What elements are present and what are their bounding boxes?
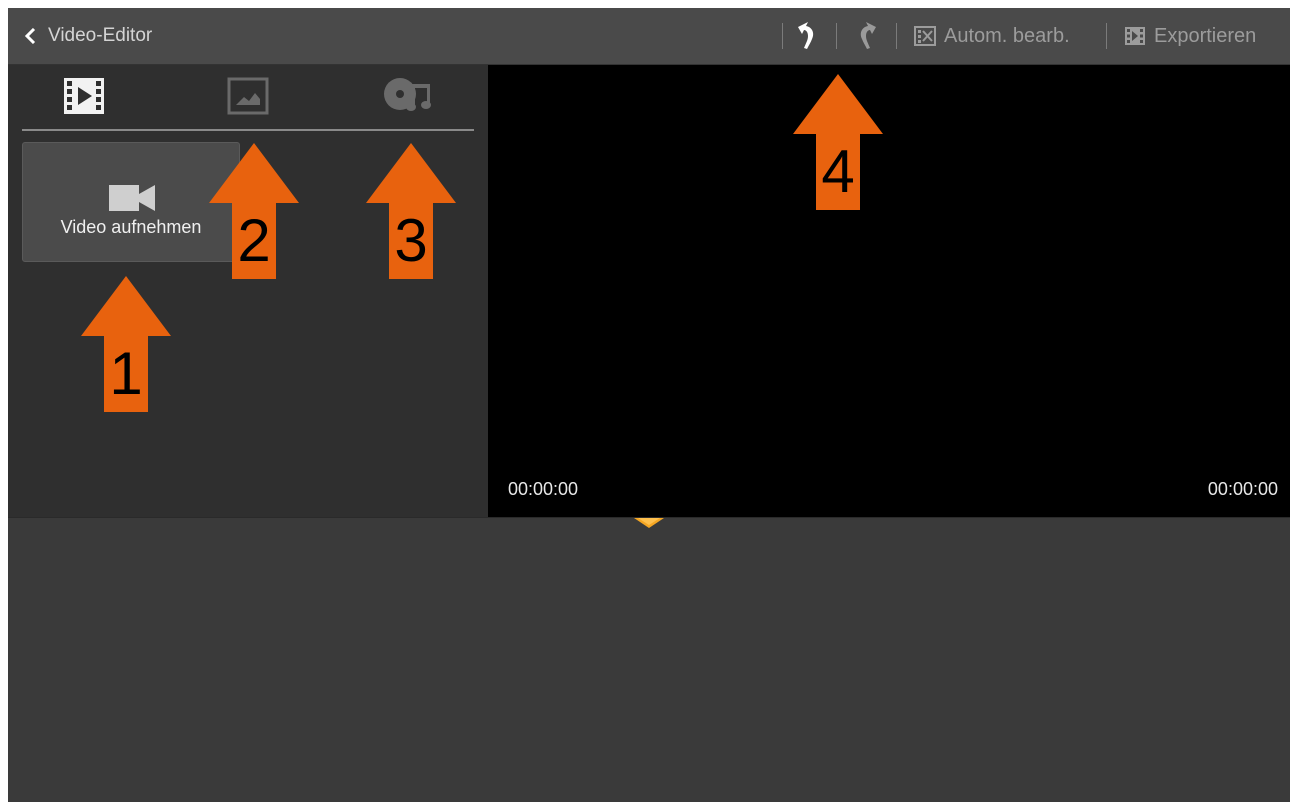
annotation-number: 4 xyxy=(821,138,855,205)
redo-icon xyxy=(860,22,876,49)
playhead-marker-icon[interactable] xyxy=(634,518,664,530)
music-disc-icon xyxy=(384,78,431,111)
annotation-arrow-4: 4 xyxy=(793,74,883,210)
app-title: Video-Editor xyxy=(48,25,153,46)
annotation-arrow-3: 3 xyxy=(366,143,456,279)
tab-music[interactable] xyxy=(360,65,460,127)
export-film-icon xyxy=(1125,27,1145,45)
back-button[interactable]: Video-Editor xyxy=(8,8,178,64)
toolbar-divider xyxy=(1106,23,1107,49)
toolbar-divider xyxy=(836,23,837,49)
annotation-arrow-2: 2 xyxy=(209,143,299,279)
redo-button[interactable] xyxy=(856,8,878,64)
action-bar: Video-Editor Autom. bearb. Exportieren xyxy=(8,8,1290,65)
timeline[interactable] xyxy=(8,517,1290,802)
tab-indicator-line xyxy=(22,129,474,131)
annotation-number: 1 xyxy=(109,340,143,407)
record-video-label: Video aufnehmen xyxy=(60,217,202,237)
toolbar-divider xyxy=(896,23,897,49)
undo-icon xyxy=(798,22,814,49)
annotation-number: 3 xyxy=(394,207,428,274)
auto-edit-label: Autom. bearb. xyxy=(944,24,1070,47)
record-video-button[interactable]: Video aufnehmen xyxy=(22,142,240,262)
export-label: Exportieren xyxy=(1154,24,1257,47)
export-button[interactable]: Exportieren xyxy=(1124,8,1256,64)
video-camera-icon xyxy=(109,185,155,211)
annotation-arrow-1: 1 xyxy=(81,276,171,412)
video-editor-app: Video-Editor Autom. bearb. Exportieren V… xyxy=(8,8,1290,802)
undo-button[interactable] xyxy=(796,8,818,64)
auto-edit-button[interactable]: Autom. bearb. xyxy=(914,8,1070,64)
tab-video[interactable] xyxy=(34,65,134,127)
image-icon xyxy=(227,77,269,115)
toolbar-divider xyxy=(782,23,783,49)
annotation-number: 2 xyxy=(237,207,271,274)
video-preview[interactable]: 00:00:00 00:00:00 xyxy=(488,65,1290,517)
tab-images[interactable] xyxy=(198,65,298,127)
current-time: 00:00:00 xyxy=(508,479,579,499)
media-panel: Video aufnehmen xyxy=(8,65,488,517)
total-time: 00:00:00 xyxy=(1207,479,1278,499)
auto-edit-icon xyxy=(914,26,936,46)
chevron-left-icon xyxy=(24,28,36,44)
film-strip-icon xyxy=(64,78,104,114)
